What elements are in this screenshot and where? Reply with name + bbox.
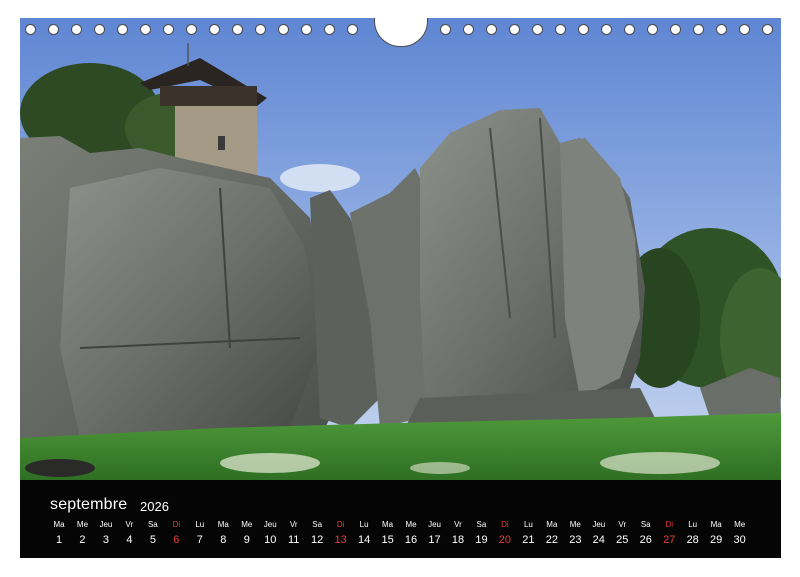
day-number: 30 — [733, 534, 746, 546]
binding-ring — [555, 24, 566, 35]
year-label: 2026 — [140, 499, 169, 514]
binding-ring — [209, 24, 220, 35]
binding-ring — [716, 24, 727, 35]
binding-ring — [486, 24, 497, 35]
binding-ring — [186, 24, 197, 35]
calendar-band: septembre 2026 Ma 1 Me 2 Jeu 3 Vr 4 Sa 5 Di 6 Lu 7 Ma 8… — [20, 480, 781, 558]
binding-ring — [301, 24, 312, 35]
binding-ring — [140, 24, 151, 35]
binding-ring — [163, 24, 174, 35]
binding-ring — [440, 24, 451, 35]
binding-ring — [578, 24, 589, 35]
binding-ring — [463, 24, 474, 35]
binding-ring — [71, 24, 82, 35]
binding-ring — [232, 24, 243, 35]
month-label: septembre — [50, 496, 128, 513]
binding-ring — [25, 24, 36, 35]
binding-ring — [347, 24, 358, 35]
binding-ring — [94, 24, 105, 35]
binding-ring — [739, 24, 750, 35]
binding-ring — [117, 24, 128, 35]
weekday-label: Me — [734, 520, 746, 529]
rock-landscape-image — [20, 18, 781, 480]
binding-ring — [255, 24, 266, 35]
binding-ring — [509, 24, 520, 35]
binding-ring — [624, 24, 635, 35]
binding-ring — [324, 24, 335, 35]
calendar-photo — [20, 18, 781, 480]
binding-ring — [647, 24, 658, 35]
binding-ring — [693, 24, 704, 35]
binding-ring — [532, 24, 543, 35]
binding-ring — [278, 24, 289, 35]
binding-ring — [601, 24, 612, 35]
binding-ring — [670, 24, 681, 35]
day-grid: Ma 1 Me 2 Jeu 3 Vr 4 Sa 5 Di 6 Lu 7 Ma 8 Me 9 Jeu 10 Vr 11 Sa 1… — [20, 520, 781, 554]
calendar-page: septembre 2026 Ma 1 Me 2 Jeu 3 Vr 4 Sa 5 Di 6 Lu 7 Ma 8… — [0, 0, 800, 577]
binding-ring — [48, 24, 59, 35]
binding-ring — [762, 24, 773, 35]
